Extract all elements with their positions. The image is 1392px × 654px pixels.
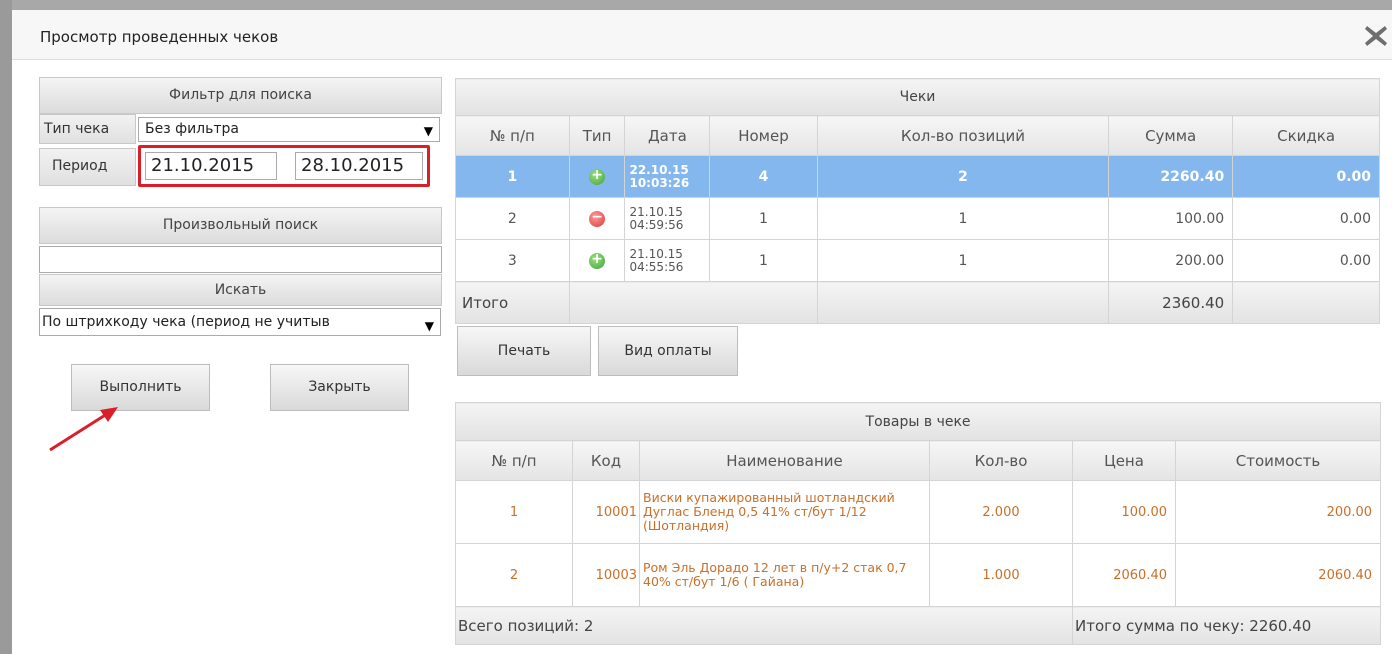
cell-cost: 200.00 xyxy=(1174,480,1382,544)
window-border-left xyxy=(0,0,12,654)
table-row[interactable]: 3 + 21.10.15 04:55:56 1 1 200.00 0.00 xyxy=(455,239,1380,282)
cell-cost: 2060.40 xyxy=(1174,543,1382,607)
red-pointer-arrow-icon xyxy=(49,407,118,452)
free-search-input[interactable] xyxy=(39,246,442,273)
total-empty-2 xyxy=(816,281,1110,324)
col-header-qty[interactable]: Кол-во xyxy=(929,440,1073,481)
date-to-field[interactable]: 28.10.2015 xyxy=(295,152,423,180)
cell-price: 2060.40 xyxy=(1072,543,1176,607)
cell-discount: 0.00 xyxy=(1232,155,1380,198)
col-header-discount[interactable]: Скидка xyxy=(1232,115,1380,156)
dropdown-arrow-icon: ▼ xyxy=(424,319,434,333)
cell-code: 10003 xyxy=(572,543,640,607)
col-header-cost[interactable]: Стоимость xyxy=(1174,440,1382,481)
goods-caption: Товары в чеке xyxy=(454,402,1382,441)
table-row[interactable]: 2 − 21.10.15 04:59:56 1 1 100.00 0.00 xyxy=(455,197,1380,240)
cell-discount: 0.00 xyxy=(1232,239,1380,282)
search-by-header: Искать xyxy=(39,274,442,306)
cell-date: 21.10.15 04:59:56 xyxy=(624,197,711,240)
cell-name: Виски купажированный шотландский Дуглас … xyxy=(639,480,930,544)
receipt-type-label: Тип чека xyxy=(39,114,136,144)
receipts-dialog: Просмотр проведенных чеков Фильтр для по… xyxy=(0,0,1392,654)
cell-number: 1 xyxy=(709,239,818,282)
titlebar: Просмотр проведенных чеков xyxy=(12,10,1392,60)
dropdown-arrow-icon: ▼ xyxy=(423,124,433,138)
plus-icon: + xyxy=(589,251,606,269)
cell-num: 2 xyxy=(455,197,570,240)
receipts-caption: Чеки xyxy=(455,78,1380,116)
cell-name: Ром Эль Дорадо 12 лет в п/у+2 стак 0,7 4… xyxy=(639,543,930,607)
cell-sum: 100.00 xyxy=(1108,197,1234,240)
window-title: Просмотр проведенных чеков xyxy=(40,28,279,46)
col-header-positions[interactable]: Кол-во позиций xyxy=(816,115,1110,156)
cell-num: 2 xyxy=(455,543,573,607)
total-positions: Всего позиций: 2 xyxy=(455,606,1073,645)
search-by-select[interactable]: По штрихкоду чека (период не учитыв ▼ xyxy=(39,308,441,336)
cell-positions: 1 xyxy=(816,197,1110,240)
cell-number: 4 xyxy=(709,155,818,198)
receipt-total-sum: Итого сумма по чеку: 2260.40 xyxy=(1071,606,1382,645)
print-button[interactable]: Печать xyxy=(457,326,591,376)
table-row[interactable]: 1 + 22.10.15 10:03:26 4 2 2260.40 0.00 xyxy=(455,155,1380,198)
cell-date: 22.10.15 10:03:26 xyxy=(624,155,711,198)
cell-price: 100.00 xyxy=(1072,480,1176,544)
cell-type: + xyxy=(568,239,626,282)
cell-qty: 1.000 xyxy=(929,543,1073,607)
search-by-value: По штрихкоду чека (период не учитыв xyxy=(42,314,330,330)
col-header-code[interactable]: Код xyxy=(572,440,640,481)
col-header-price[interactable]: Цена xyxy=(1072,440,1176,481)
free-search-header: Произвольный поиск xyxy=(39,207,442,244)
plus-icon: + xyxy=(589,167,606,185)
close-button[interactable]: Закрыть xyxy=(270,364,409,411)
receipts-table: Чеки № п/п Тип Дата Номер Кол-во позиций… xyxy=(455,78,1380,324)
col-header-num[interactable]: № п/п xyxy=(455,115,570,156)
receipt-type-value: Без фильтра xyxy=(145,121,240,137)
cell-positions: 1 xyxy=(816,239,1110,282)
col-header-sum[interactable]: Сумма xyxy=(1108,115,1234,156)
total-empty-1 xyxy=(568,281,818,324)
receipt-type-select[interactable]: Без фильтра ▼ xyxy=(138,117,440,142)
col-header-date[interactable]: Дата xyxy=(624,115,711,156)
total-label: Итого xyxy=(455,281,570,324)
payment-type-button[interactable]: Вид оплаты xyxy=(598,326,738,376)
cell-number: 1 xyxy=(709,197,818,240)
cell-qty: 2.000 xyxy=(929,480,1073,544)
cell-type: + xyxy=(568,155,626,198)
close-x-icon[interactable] xyxy=(1360,20,1392,52)
cell-positions: 2 xyxy=(816,155,1110,198)
table-row[interactable]: 2 10003 Ром Эль Дорадо 12 лет в п/у+2 ст… xyxy=(455,543,1382,607)
cell-num: 3 xyxy=(455,239,570,282)
cell-type: − xyxy=(568,197,626,240)
col-header-type[interactable]: Тип xyxy=(568,115,626,156)
cell-date: 21.10.15 04:55:56 xyxy=(624,239,711,282)
total-empty-3 xyxy=(1232,281,1380,324)
total-sum: 2360.40 xyxy=(1108,281,1234,324)
cell-sum: 2260.40 xyxy=(1108,155,1234,198)
cell-code: 10001 xyxy=(572,480,640,544)
cell-sum: 200.00 xyxy=(1108,239,1234,282)
minus-icon: − xyxy=(589,209,606,227)
cell-num: 1 xyxy=(455,480,573,544)
filter-header: Фильтр для поиска xyxy=(39,77,442,114)
cell-num: 1 xyxy=(455,155,570,198)
col-header-number[interactable]: Номер xyxy=(709,115,818,156)
period-label: Период xyxy=(39,148,136,186)
col-header-name[interactable]: Наименование xyxy=(639,440,930,481)
table-row[interactable]: 1 10001 Виски купажированный шотландский… xyxy=(455,480,1382,544)
col-header-num[interactable]: № п/п xyxy=(455,440,573,481)
goods-table: Товары в чеке № п/п Код Наименование Кол… xyxy=(454,402,1382,645)
date-from-field[interactable]: 21.10.2015 xyxy=(145,152,277,180)
cell-discount: 0.00 xyxy=(1232,197,1380,240)
window-border-top xyxy=(0,0,1392,10)
